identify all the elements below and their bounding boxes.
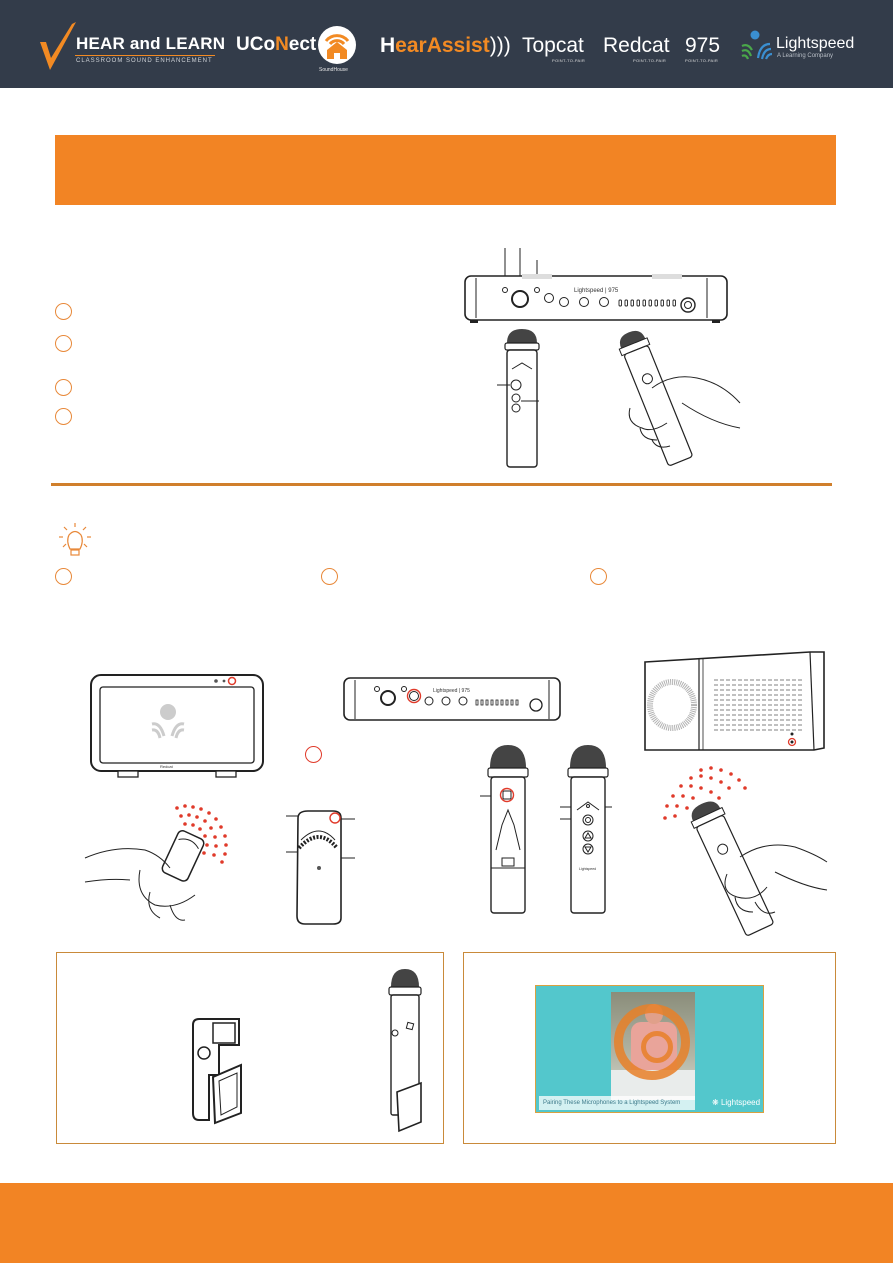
hand-holding-microphone-illustration bbox=[618, 330, 741, 466]
lightbulb-icon bbox=[59, 523, 91, 556]
brand-name-mid: N bbox=[275, 34, 289, 55]
receiver-975-illustration: Lightspeed | 975 bbox=[464, 248, 728, 323]
soundhouse-icon bbox=[318, 26, 356, 64]
microphone-battery-illustration bbox=[388, 969, 422, 1133]
redcat-logo: Redcat POINT-TO-PAIR bbox=[603, 34, 670, 63]
brand-tagline: POINT-TO-PAIR bbox=[685, 58, 719, 63]
receiver-brand-label: Lightspeed | 975 bbox=[574, 288, 619, 294]
video-brand-text: Lightspeed bbox=[720, 1098, 761, 1107]
pairing-video-thumbnail[interactable]: Pairing These Microphones to a Lightspee… bbox=[535, 985, 764, 1113]
hand-holding-microphone-pairing-illustration bbox=[663, 766, 828, 936]
brand-name-suffix: ect bbox=[288, 34, 317, 55]
brand-tagline: SoundHouse bbox=[319, 67, 348, 73]
section-divider bbox=[51, 483, 832, 486]
brand-name-prefix: UCo bbox=[236, 34, 276, 55]
receiver-brand-label: Lightspeed | 975 bbox=[433, 688, 470, 694]
video-brand: ❋ Lightspeed bbox=[712, 1098, 761, 1107]
step-marker-1 bbox=[55, 303, 72, 320]
pendant-battery-illustration bbox=[192, 1018, 242, 1125]
tip-step-marker-2 bbox=[321, 568, 338, 585]
brand-tagline: CLASSROOM SOUND ENHANCEMENT bbox=[76, 58, 213, 64]
brand-tagline: A Learning Company bbox=[777, 53, 834, 59]
tablet-label: Redcat bbox=[160, 764, 174, 769]
975-logo: 975 POINT-TO-PAIR bbox=[685, 34, 721, 63]
tip-step-marker-3 bbox=[590, 568, 607, 585]
hearassist-logo: HearAssist))) bbox=[380, 34, 511, 58]
house-signal-icon bbox=[324, 34, 350, 59]
battery-panel bbox=[56, 952, 444, 1144]
brand-name-prefix: H bbox=[380, 34, 396, 57]
pair-indicator-marker bbox=[305, 746, 322, 763]
pendant-microphone-illustration bbox=[286, 810, 355, 925]
brand-tagline: POINT-TO-PAIR bbox=[552, 58, 586, 63]
brand-name: Lightspeed bbox=[776, 35, 855, 52]
lightspeed-mark-icon bbox=[741, 30, 773, 60]
sound-waves-icon: ))) bbox=[489, 34, 511, 57]
brand-name: Redcat bbox=[603, 34, 670, 57]
step-marker-3 bbox=[55, 379, 72, 396]
redcat-tablet-illustration: Redcat bbox=[90, 674, 264, 778]
wall-speaker-illustration bbox=[644, 651, 825, 751]
uconnect-logo: UCoNect SoundHouse bbox=[236, 26, 361, 76]
brand-name: HEAR and LEARN bbox=[76, 34, 226, 53]
receiver-975-pairing-illustration: Lightspeed | 975 bbox=[343, 677, 561, 721]
microphone-front-illustration bbox=[497, 329, 540, 468]
microphone-back-illustration bbox=[480, 745, 529, 914]
microphone-front-pairing-illustration: Lightspeed bbox=[560, 745, 612, 914]
tip-step-marker-1 bbox=[55, 568, 72, 585]
brand-name: Topcat bbox=[522, 34, 584, 57]
hear-and-learn-logo: HEAR and LEARN CLASSROOM SOUND ENHANCEME… bbox=[38, 20, 225, 72]
title-banner bbox=[55, 135, 836, 205]
checkmark-icon bbox=[40, 22, 76, 70]
video-caption: Pairing These Microphones to a Lightspee… bbox=[539, 1096, 695, 1110]
topcat-logo: Topcat POINT-TO-PAIR bbox=[522, 34, 585, 63]
play-button-icon[interactable] bbox=[614, 1004, 690, 1080]
brand-tagline: POINT-TO-PAIR bbox=[633, 58, 667, 63]
hand-holding-pendant-illustration bbox=[84, 804, 228, 921]
brand-header: HEAR and LEARN CLASSROOM SOUND ENHANCEME… bbox=[0, 0, 893, 88]
page-footer bbox=[0, 1183, 893, 1263]
brand-name: 975 bbox=[685, 34, 721, 57]
step-marker-2 bbox=[55, 335, 72, 352]
brand-name-suffix: earAssist bbox=[395, 34, 490, 57]
mic-brand-label: Lightspeed bbox=[579, 867, 596, 871]
step-marker-4 bbox=[55, 408, 72, 425]
lightspeed-logo: Lightspeed A Learning Company bbox=[740, 30, 860, 64]
brand-rule bbox=[75, 55, 215, 56]
brand-name: UCoNect bbox=[236, 34, 316, 56]
